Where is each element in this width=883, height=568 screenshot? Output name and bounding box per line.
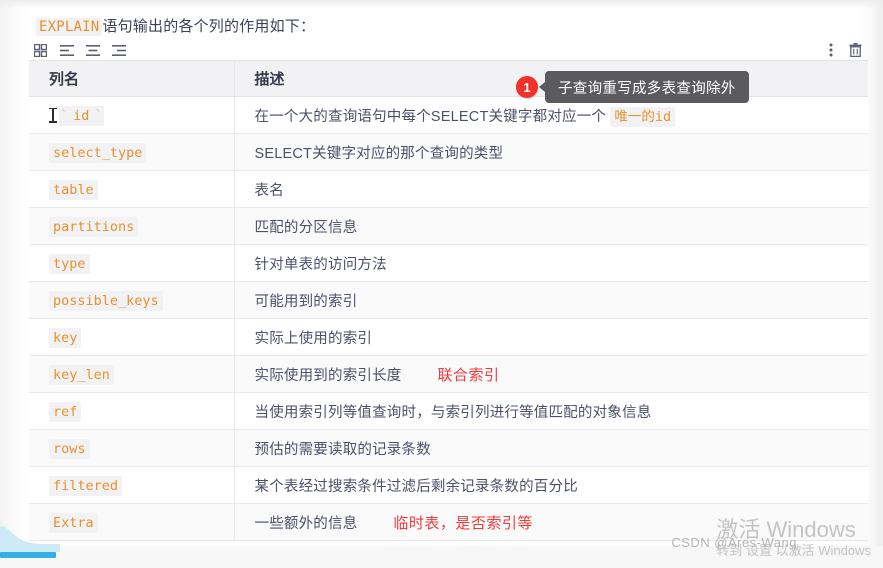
trash-icon[interactable] bbox=[848, 43, 863, 58]
cell-description[interactable]: 预估的需要读取的记录条数 bbox=[234, 429, 868, 467]
description-text: SELECT关键字对应的那个查询的类型 bbox=[254, 145, 504, 162]
cell-column-name[interactable]: type bbox=[29, 244, 235, 282]
toolbar-right-group bbox=[823, 43, 868, 58]
description-text: 在一个大的查询语句中每个SELECT关键字都对应一个 bbox=[254, 108, 611, 125]
column-name-code: possible_keys bbox=[49, 290, 163, 311]
description-text: 可能用到的索引 bbox=[254, 293, 358, 310]
intro-text: 语句输出的各个列的作用如下： bbox=[102, 18, 316, 35]
column-name-code: key_len bbox=[49, 364, 114, 385]
column-name-code: ref bbox=[49, 401, 82, 422]
description-text: 当使用索引列等值查询时，与索引列进行等值匹配的对象信息 bbox=[254, 404, 652, 421]
cell-description[interactable]: 某个表经过搜索条件过滤后剩余记录条数的百分比 bbox=[234, 466, 868, 504]
cell-column-name[interactable]: select_type bbox=[29, 133, 235, 171]
column-name-code: type bbox=[49, 253, 90, 274]
cell-column-name[interactable]: Extra bbox=[29, 503, 235, 541]
intro-line: EXPLAIN 语句输出的各个列的作用如下： bbox=[36, 15, 315, 36]
description-text: 表名 bbox=[254, 182, 284, 199]
description-text: 一些额外的信息 bbox=[254, 515, 358, 532]
red-annotation: 联合索引 bbox=[437, 366, 500, 384]
description-text: 某个表经过搜索条件过滤后剩余记录条数的百分比 bbox=[254, 478, 578, 495]
cell-description[interactable]: 匹配的分区信息 bbox=[234, 207, 868, 245]
table-grid-icon[interactable] bbox=[33, 43, 48, 58]
tooltip-content: 子查询重写成多表查询除外 bbox=[539, 71, 749, 103]
header-column-name: 列名 bbox=[29, 60, 235, 97]
cell-column-name[interactable]: rows bbox=[29, 429, 235, 467]
description-text: 预估的需要读取的记录条数 bbox=[254, 441, 431, 458]
red-annotation: 临时表，是否索引等 bbox=[393, 514, 533, 532]
cell-column-name[interactable]: partitions bbox=[29, 207, 235, 245]
align-left-icon[interactable] bbox=[59, 43, 74, 58]
cell-column-name[interactable]: ` id ` bbox=[29, 96, 235, 134]
cell-description[interactable]: SELECT关键字对应的那个查询的类型 bbox=[234, 133, 868, 171]
column-name-code: Extra bbox=[49, 512, 98, 533]
table-toolbar bbox=[33, 40, 868, 60]
description-text: 实际上使用的索引 bbox=[254, 330, 373, 347]
cell-column-name[interactable]: key bbox=[29, 318, 235, 356]
align-right-icon[interactable] bbox=[111, 43, 126, 58]
cell-description[interactable]: 可能用到的索引 bbox=[234, 281, 868, 319]
column-name-code: key bbox=[49, 327, 82, 348]
cell-description[interactable]: 当使用索引列等值查询时，与索引列进行等值匹配的对象信息 bbox=[234, 392, 868, 430]
table-body: ` id ` 在一个大的查询语句中每个SELECT关键字都对应一个 唯一的id sele… bbox=[29, 96, 868, 541]
text-caret-icon bbox=[49, 107, 57, 123]
column-name-code: table bbox=[49, 179, 98, 200]
cell-description[interactable]: 一些额外的信息 临时表，是否索引等 bbox=[234, 503, 868, 541]
table-row[interactable]: partitions 匹配的分区信息 bbox=[29, 207, 868, 245]
description-text: 实际使用到的索引长度 bbox=[254, 367, 402, 384]
column-name-code: id bbox=[69, 105, 94, 126]
table-row[interactable]: ref 当使用索引列等值查询时，与索引列进行等值匹配的对象信息 bbox=[29, 392, 868, 430]
cell-column-name[interactable]: table bbox=[29, 170, 235, 208]
table-row[interactable]: select_type SELECT关键字对应的那个查询的类型 bbox=[29, 133, 868, 171]
table-row[interactable]: Extra 一些额外的信息 临时表，是否索引等 bbox=[29, 503, 868, 541]
align-center-icon[interactable] bbox=[85, 43, 100, 58]
explain-columns-table: 列名 描述 ` id ` 在一个大的查询语句中每个SELECT关键字都对应一个 唯一的… bbox=[29, 60, 868, 541]
cell-column-name[interactable]: key_len bbox=[29, 355, 235, 393]
column-name-code: filtered bbox=[49, 475, 123, 496]
description-text: 针对单表的访问方法 bbox=[254, 256, 387, 273]
horizontal-scrollbar[interactable] bbox=[0, 552, 56, 558]
cell-column-name[interactable]: possible_keys bbox=[29, 281, 235, 319]
explain-keyword: EXPLAIN bbox=[36, 18, 103, 36]
more-vertical-icon[interactable] bbox=[823, 43, 838, 58]
cell-description[interactable]: 表名 bbox=[234, 170, 868, 208]
backtick-left: ` bbox=[59, 105, 70, 126]
table-row[interactable]: possible_keys 可能用到的索引 bbox=[29, 281, 868, 319]
top-shade bbox=[0, 0, 883, 8]
cell-column-name[interactable]: ref bbox=[29, 392, 235, 430]
table-row[interactable]: key_len 实际使用到的索引长度 联合索引 bbox=[29, 355, 868, 393]
description-text: 匹配的分区信息 bbox=[254, 219, 358, 236]
column-name-code: partitions bbox=[49, 216, 139, 237]
cell-description[interactable]: 针对单表的访问方法 bbox=[234, 244, 868, 282]
toolbar-left-group bbox=[33, 43, 126, 58]
table-row[interactable]: filtered 某个表经过搜索条件过滤后剩余记录条数的百分比 bbox=[29, 466, 868, 504]
table-row[interactable]: rows 预估的需要读取的记录条数 bbox=[29, 429, 868, 467]
cell-description[interactable]: 实际上使用的索引 bbox=[234, 318, 868, 356]
backtick-right: ` bbox=[93, 105, 104, 126]
table-row[interactable]: type 针对单表的访问方法 bbox=[29, 244, 868, 282]
table-row[interactable]: table 表名 bbox=[29, 170, 868, 208]
cell-column-name[interactable]: filtered bbox=[29, 466, 235, 504]
bottom-shade bbox=[0, 546, 883, 568]
status-badge[interactable]: 1 bbox=[516, 76, 538, 98]
table-row[interactable]: key 实际上使用的索引 bbox=[29, 318, 868, 356]
cell-description[interactable]: 实际使用到的索引长度 联合索引 bbox=[234, 355, 868, 393]
column-name-code: select_type bbox=[49, 142, 147, 163]
description-inline-code: 唯一的id bbox=[610, 106, 676, 127]
column-name-code: rows bbox=[49, 438, 90, 459]
